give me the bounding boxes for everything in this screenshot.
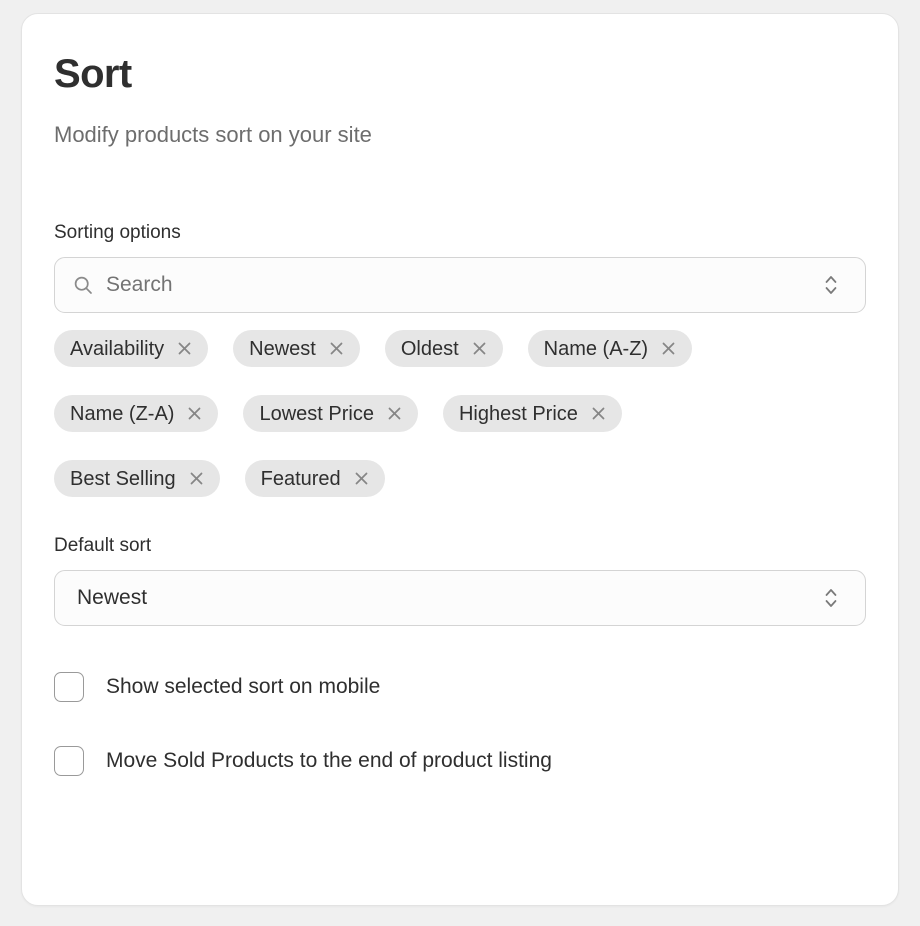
sort-tag-label: Oldest	[401, 339, 459, 359]
sort-tag[interactable]: Newest	[233, 330, 360, 367]
chevron-up-down-icon[interactable]	[823, 272, 839, 298]
selected-sort-tags: Availability Newest Oldest	[54, 330, 754, 525]
sort-tag[interactable]: Best Selling	[54, 460, 220, 497]
page-title: Sort	[54, 52, 866, 96]
show-selected-sort-on-mobile-row[interactable]: Show selected sort on mobile	[54, 672, 866, 702]
sort-tag-label: Name (A-Z)	[544, 339, 648, 359]
sort-tag-label: Lowest Price	[259, 404, 374, 424]
move-sold-products-label: Move Sold Products to the end of product…	[106, 748, 552, 773]
default-sort-section: Default sort Newest	[54, 535, 866, 626]
show-selected-sort-on-mobile-label: Show selected sort on mobile	[106, 674, 380, 699]
default-sort-select[interactable]: Newest	[54, 570, 866, 626]
sort-tag[interactable]: Featured	[245, 460, 385, 497]
sorting-options-search-select[interactable]: Search	[54, 257, 866, 313]
sort-tag-label: Name (Z-A)	[70, 404, 174, 424]
move-sold-products-checkbox[interactable]	[54, 746, 84, 776]
sorting-options-label: Sorting options	[54, 222, 866, 245]
close-icon[interactable]	[176, 340, 193, 357]
sort-tag-label: Availability	[70, 339, 164, 359]
close-icon[interactable]	[386, 405, 403, 422]
sort-tag-label: Highest Price	[459, 404, 578, 424]
sort-tag[interactable]: Highest Price	[443, 395, 622, 432]
sort-tag-label: Best Selling	[70, 469, 176, 489]
chevron-up-down-icon[interactable]	[823, 585, 839, 611]
close-icon[interactable]	[353, 470, 370, 487]
close-icon[interactable]	[328, 340, 345, 357]
close-icon[interactable]	[186, 405, 203, 422]
search-icon	[73, 275, 93, 295]
search-input[interactable]: Search	[106, 273, 173, 297]
sort-tag[interactable]: Lowest Price	[243, 395, 418, 432]
sorting-options-section: Sorting options Search	[54, 222, 866, 525]
show-selected-sort-on-mobile-checkbox[interactable]	[54, 672, 84, 702]
sort-tag-label: Featured	[261, 469, 341, 489]
close-icon[interactable]	[660, 340, 677, 357]
page-subtitle: Modify products sort on your site	[54, 122, 866, 148]
sort-tag[interactable]: Name (Z-A)	[54, 395, 218, 432]
default-sort-label: Default sort	[54, 535, 866, 558]
default-sort-value: Newest	[77, 586, 147, 610]
close-icon[interactable]	[471, 340, 488, 357]
sort-tag[interactable]: Oldest	[385, 330, 503, 367]
close-icon[interactable]	[188, 470, 205, 487]
sort-tag[interactable]: Availability	[54, 330, 208, 367]
close-icon[interactable]	[590, 405, 607, 422]
sort-tag[interactable]: Name (A-Z)	[528, 330, 692, 367]
sort-settings-card: Sort Modify products sort on your site S…	[21, 13, 899, 906]
move-sold-products-row[interactable]: Move Sold Products to the end of product…	[54, 746, 866, 776]
sort-tag-label: Newest	[249, 339, 316, 359]
